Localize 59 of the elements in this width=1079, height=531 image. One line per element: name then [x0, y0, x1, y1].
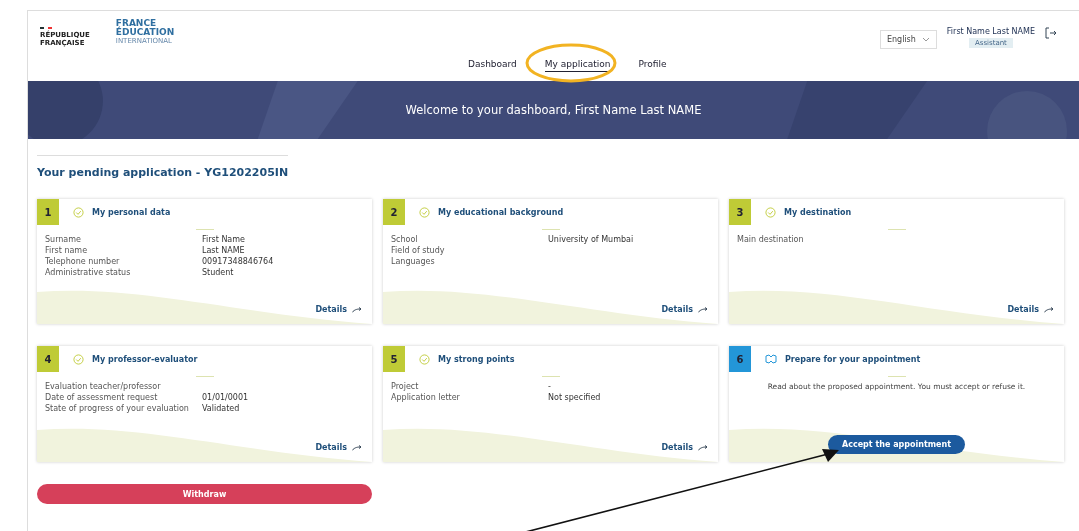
card-title: My professor-evaluator: [92, 354, 198, 364]
section-title: Your pending application - YG1202205IN: [37, 155, 289, 179]
step-number: 2: [383, 199, 405, 225]
field-label: Languages: [391, 257, 436, 266]
field-value: Not specified: [548, 393, 602, 402]
user-name: First Name Last NAME: [946, 27, 1035, 36]
card-title: My educational background: [438, 207, 564, 217]
language-select[interactable]: English: [879, 30, 937, 49]
field-label: Application letter: [391, 393, 461, 402]
accept-button[interactable]: Accept the appointment: [827, 435, 966, 454]
check-circle-icon: [419, 353, 430, 365]
arrow-icon: [352, 306, 362, 313]
card-title: Prepare for your appointment: [785, 354, 921, 364]
banner-title: Welcome to your dashboard, First Name Last NAME: [405, 103, 702, 117]
field-value: University of Mumbai: [548, 235, 635, 244]
step-number: 3: [729, 199, 751, 225]
card-title: My personal data: [92, 207, 171, 217]
field-value: 00917348846764: [202, 257, 275, 266]
withdraw-button[interactable]: Withdraw: [37, 484, 372, 504]
field-label: Administrative status: [45, 268, 132, 277]
arrow-icon: [698, 306, 708, 313]
chevron-down-icon: [921, 37, 930, 42]
field-label: Surname: [45, 235, 82, 244]
step-number: 4: [37, 346, 59, 372]
arrow-icon: [1044, 306, 1054, 313]
field-label: First name: [45, 246, 89, 255]
field-label: Evaluation teacher/professor: [45, 382, 162, 391]
field-label: Date of assessment request: [45, 393, 159, 402]
nav-tab[interactable]: Profile: [638, 57, 667, 72]
field-label: Field of study: [391, 246, 446, 255]
check-circle-icon: [765, 206, 776, 218]
field-label: Project: [391, 382, 420, 391]
field-value: -: [548, 382, 552, 391]
card-title: My strong points: [438, 354, 515, 364]
details-link[interactable]: Details: [661, 443, 708, 452]
field-label: Telephone number: [45, 257, 121, 266]
card-title: My destination: [784, 207, 852, 217]
step-number: 5: [383, 346, 405, 372]
check-circle-icon: [419, 206, 430, 218]
arrow-icon: [352, 444, 362, 451]
check-circle-icon: [73, 206, 84, 218]
arrow-icon: [698, 444, 708, 451]
field-label: State of progress of your evaluation: [45, 404, 190, 413]
step-number: 6: [729, 346, 751, 372]
details-link[interactable]: Details: [661, 305, 708, 314]
details-link[interactable]: Details: [1007, 305, 1054, 314]
field-value: First Name: [202, 235, 246, 244]
logout-icon[interactable]: [1045, 27, 1057, 39]
step-number: 1: [37, 199, 59, 225]
field-value: 01/01/0001: [202, 393, 250, 402]
field-value: Validated: [202, 404, 241, 413]
nav-tab[interactable]: Dashboard: [468, 57, 517, 72]
field-label: School: [391, 235, 419, 244]
details-link[interactable]: Details: [315, 443, 362, 452]
field-value: Last NAME: [202, 246, 246, 255]
field-label: Main destination: [737, 235, 805, 244]
details-link[interactable]: Details: [315, 305, 362, 314]
field-value: Student: [202, 268, 235, 277]
check-circle-icon: [73, 353, 84, 365]
